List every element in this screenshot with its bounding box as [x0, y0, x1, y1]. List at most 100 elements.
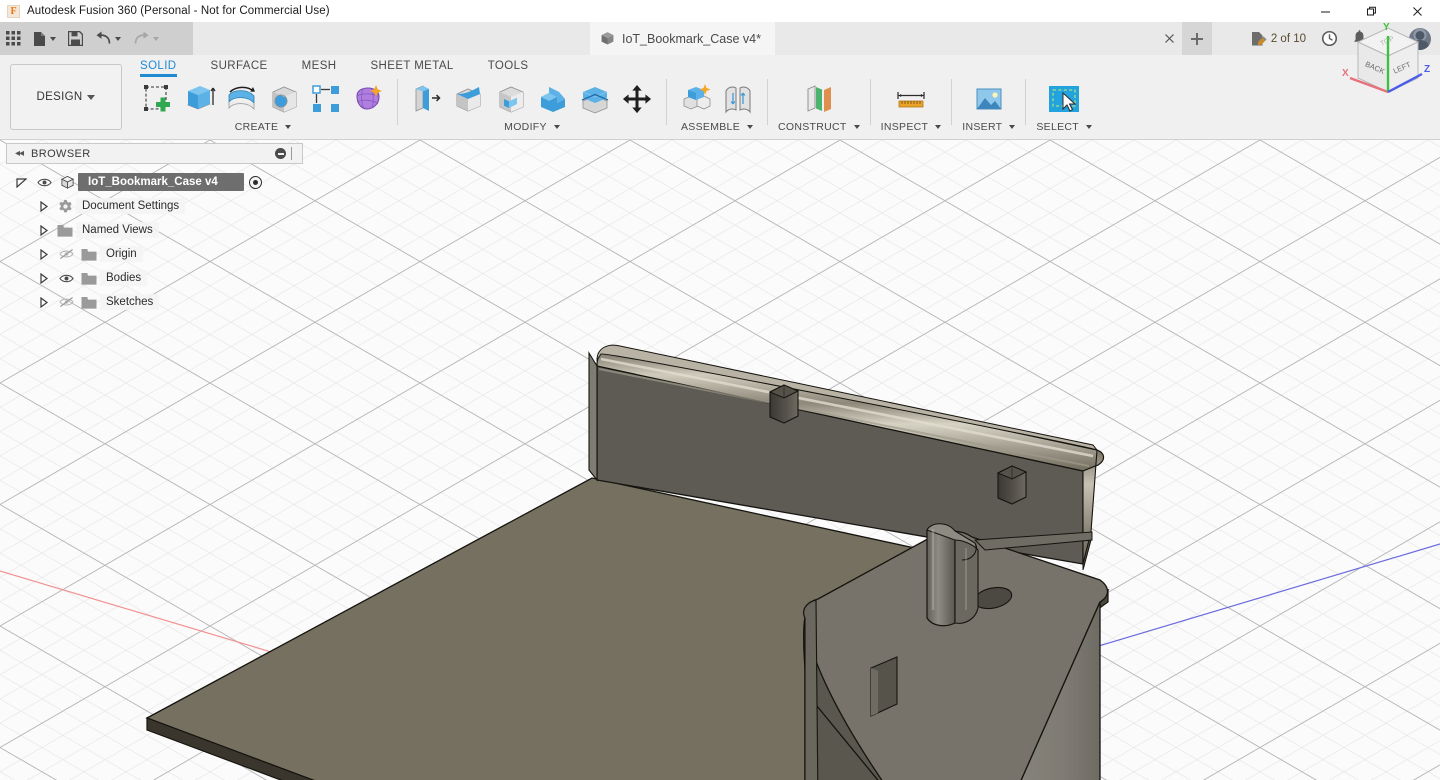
insert-label-text: INSERT: [962, 121, 1002, 133]
new-tab-button[interactable]: [1182, 22, 1212, 55]
construct-label-text: CONSTRUCT: [778, 121, 847, 133]
offset-plane-tool[interactable]: [800, 79, 838, 119]
visibility-eye-hidden-icon[interactable]: [54, 248, 78, 260]
shell-icon: [495, 83, 527, 115]
create-sketch-tool[interactable]: [139, 79, 177, 119]
insert-canvas-tool[interactable]: [970, 79, 1008, 119]
redo-button[interactable]: [127, 22, 165, 55]
workspace-selector[interactable]: DESIGN: [10, 64, 122, 130]
expand-arrow-icon[interactable]: [32, 201, 54, 212]
create-form-tool[interactable]: [349, 79, 387, 119]
group-divider: [1025, 79, 1026, 125]
close-icon: [1164, 33, 1175, 44]
cube-icon: [600, 31, 615, 46]
window-title: Autodesk Fusion 360 (Personal - Not for …: [27, 5, 330, 17]
tree-node-origin[interactable]: Origin: [6, 242, 303, 266]
expand-arrow-icon[interactable]: [32, 273, 54, 284]
view-cube[interactable]: BACK LEFT TOP X Y Z: [1330, 10, 1434, 110]
select-tool[interactable]: [1045, 79, 1083, 119]
press-pull-icon: [411, 83, 443, 115]
quick-access-toolbar-row: IoT_Bookmark_Case v4* 2 of 10: [0, 22, 1440, 55]
axis-x-label: X: [1342, 68, 1349, 79]
expand-arrow-icon[interactable]: [10, 177, 32, 188]
tree-node-named-views[interactable]: Named Views: [6, 218, 303, 242]
file-counter[interactable]: 2 of 10: [1243, 22, 1314, 55]
move-copy-icon: [622, 84, 652, 114]
split-face-tool[interactable]: [576, 79, 614, 119]
measure-tool[interactable]: [892, 79, 930, 119]
extrude-tool[interactable]: [181, 79, 219, 119]
grid-apps-icon: [6, 31, 21, 46]
expand-arrow-icon[interactable]: [32, 225, 54, 236]
tab-mesh[interactable]: MESH: [302, 55, 337, 75]
file-new-icon: [33, 31, 47, 47]
insert-image-icon: [973, 83, 1005, 115]
tab-surface[interactable]: SURFACE: [211, 55, 268, 75]
visibility-eye-icon[interactable]: [54, 273, 78, 284]
folder-icon: [78, 272, 100, 285]
collapse-browser-icon[interactable]: ◂◂: [7, 148, 31, 159]
tree-node-document-settings[interactable]: Document Settings: [6, 194, 303, 218]
move-copy-tool[interactable]: [618, 79, 656, 119]
revolve-icon: [226, 83, 258, 115]
chevron-down-icon: [935, 125, 941, 129]
tree-node-bodies[interactable]: Bodies: [6, 266, 303, 290]
ribbon-group-modify: MODIFY: [402, 77, 662, 139]
save-button[interactable]: [62, 22, 89, 55]
tab-solid[interactable]: SOLID: [140, 55, 177, 75]
new-file-button[interactable]: [27, 22, 62, 55]
visibility-eye-icon[interactable]: [32, 177, 56, 188]
hole-tool[interactable]: [265, 79, 303, 119]
close-tab-button[interactable]: [1156, 22, 1182, 55]
fusion360-application-window: F Autodesk Fusion 360 (Personal - Not fo…: [0, 0, 1440, 780]
tree-node-label: IoT_Bookmark_Case v4: [78, 173, 244, 191]
revolve-tool[interactable]: [223, 79, 261, 119]
tab-tools[interactable]: TOOLS: [488, 55, 529, 75]
app-grid-button[interactable]: [0, 22, 27, 55]
assemble-group-label[interactable]: ASSEMBLE: [681, 121, 753, 133]
expand-arrow-icon[interactable]: [32, 249, 54, 260]
file-counter-label: 2 of 10: [1271, 33, 1306, 45]
ribbon-toolbar: DESIGN SOLID SURFACE MESH SHEET METAL TO…: [0, 55, 1440, 140]
undo-caret-icon[interactable]: [115, 37, 121, 41]
undo-button[interactable]: [89, 22, 127, 55]
combine-tool[interactable]: [534, 79, 572, 119]
construct-group-label[interactable]: CONSTRUCT: [778, 121, 860, 133]
active-component-radio[interactable]: [249, 176, 262, 189]
tree-node-root[interactable]: IoT_Bookmark_Case v4: [6, 170, 303, 194]
inspect-group-label[interactable]: INSPECT: [881, 121, 942, 133]
pattern-tool[interactable]: [307, 79, 345, 119]
ribbon-group-assemble: ASSEMBLE: [671, 77, 763, 139]
create-form-icon: [352, 83, 384, 115]
browser-tree: IoT_Bookmark_Case v4 Document Settings: [6, 164, 303, 314]
shell-tool[interactable]: [492, 79, 530, 119]
axis-y-label: Y: [1383, 22, 1390, 33]
panel-resize-grip[interactable]: [291, 147, 299, 160]
assemble-label-text: ASSEMBLE: [681, 121, 740, 133]
file-edit-icon: [1251, 31, 1268, 47]
new-file-caret-icon[interactable]: [50, 37, 56, 41]
peg-left: [770, 385, 798, 423]
joint-tool[interactable]: [719, 79, 757, 119]
axis-z-label: Z: [1424, 64, 1430, 75]
create-label-text: CREATE: [235, 121, 279, 133]
modify-group-label[interactable]: MODIFY: [504, 121, 560, 133]
ribbon-group-create: CREATE: [133, 77, 393, 139]
group-divider: [870, 79, 871, 125]
inspect-label-text: INSPECT: [881, 121, 929, 133]
minimize-panel-icon[interactable]: [275, 148, 286, 159]
tree-node-sketches[interactable]: Sketches: [6, 290, 303, 314]
new-component-tool[interactable]: [677, 79, 715, 119]
visibility-eye-hidden-icon[interactable]: [54, 296, 78, 308]
press-pull-tool[interactable]: [408, 79, 446, 119]
create-group-label[interactable]: CREATE: [235, 121, 292, 133]
fillet-tool[interactable]: [450, 79, 488, 119]
new-component-icon: [680, 83, 712, 115]
insert-group-label[interactable]: INSERT: [962, 121, 1015, 133]
document-tab[interactable]: IoT_Bookmark_Case v4*: [590, 22, 775, 55]
select-group-label[interactable]: SELECT: [1036, 121, 1092, 133]
redo-caret-icon[interactable]: [153, 37, 159, 41]
expand-arrow-icon[interactable]: [32, 297, 54, 308]
ribbon-group-inspect: INSPECT: [875, 77, 948, 139]
tab-sheet-metal[interactable]: SHEET METAL: [370, 55, 453, 75]
